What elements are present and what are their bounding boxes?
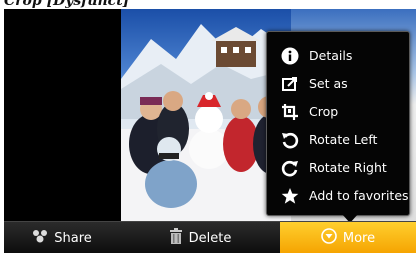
menu-item-details[interactable]: Details [267, 42, 409, 69]
bottom-action-bar: Share Delete More [4, 221, 416, 253]
gallery-screen: Details Set as Crop Rotate Left Rotate R… [4, 9, 416, 253]
menu-item-label: Rotate Right [309, 160, 387, 175]
delete-button[interactable]: Delete [120, 222, 280, 253]
more-label: More [342, 230, 376, 246]
menu-item-add-to-favorites[interactable]: Add to favorites [267, 182, 409, 209]
share-label: Share [54, 230, 92, 246]
set-as-icon [279, 75, 301, 93]
star-icon [279, 187, 301, 205]
share-icon [32, 229, 48, 247]
menu-item-set-as[interactable]: Set as [267, 70, 409, 97]
menu-item-label: Rotate Left [309, 132, 378, 147]
share-button[interactable]: Share [4, 222, 120, 253]
trash-icon [169, 228, 183, 248]
delete-label: Delete [188, 230, 232, 246]
more-menu: Details Set as Crop Rotate Left Rotate R… [266, 31, 410, 216]
rotate-right-icon [279, 159, 301, 177]
menu-item-label: Set as [309, 76, 348, 91]
menu-item-rotate-left[interactable]: Rotate Left [267, 126, 409, 153]
page-caption: Crop [Dysfunct] [4, 0, 130, 9]
crop-icon [279, 103, 301, 121]
menu-item-label: Crop [309, 104, 339, 119]
menu-item-label: Details [309, 48, 353, 63]
chevron-down-circle-icon [321, 228, 337, 248]
rotate-left-icon [279, 131, 301, 149]
menu-item-crop[interactable]: Crop [267, 98, 409, 125]
menu-item-label: Add to favorites [309, 188, 409, 203]
info-icon [279, 47, 301, 65]
menu-item-rotate-right[interactable]: Rotate Right [267, 154, 409, 181]
more-button[interactable]: More [280, 222, 416, 253]
